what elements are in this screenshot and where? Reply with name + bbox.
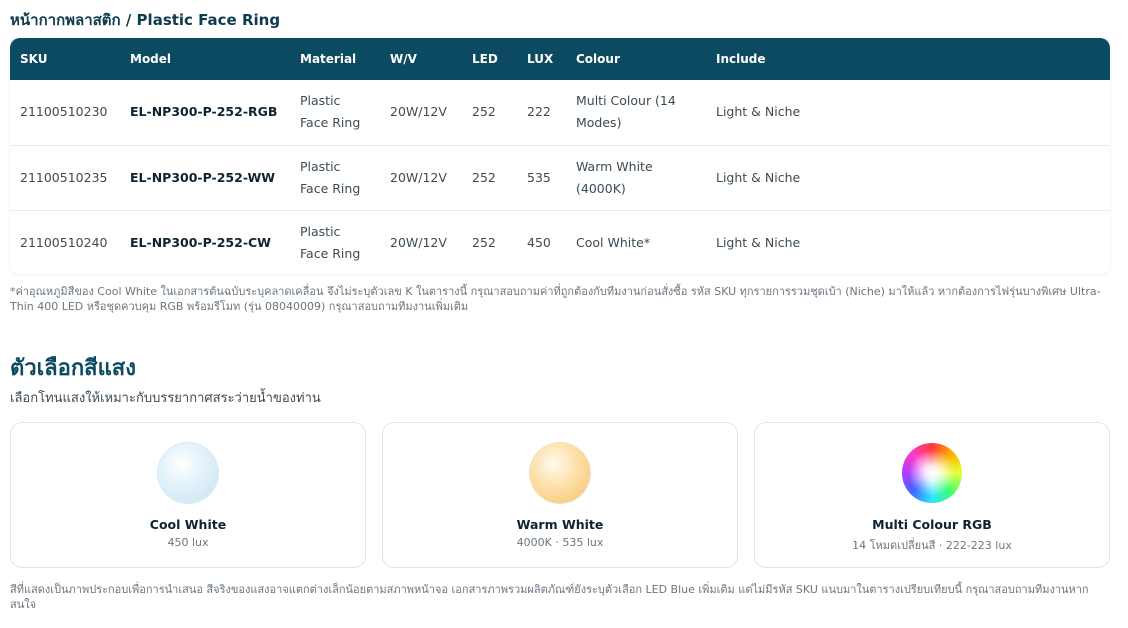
cell-led: 252	[472, 169, 496, 185]
colour-card-multi-colour: Multi Colour RGB 14 โหมดเปลี่ยนสี · 222-…	[754, 422, 1110, 568]
cool-white-swatch-icon	[158, 443, 218, 503]
cell-wv: 20W/12V	[390, 234, 447, 250]
table-footnote: *ค่าอุณหภูมิสีของ Cool White ในเอกสารต้น…	[10, 285, 1101, 313]
header-wv: W/V	[390, 52, 417, 66]
header-material: Material	[300, 52, 357, 66]
header-model: Model	[130, 52, 172, 66]
spec-table: SKU Model Material W/V LED LUX Colour In…	[10, 38, 1110, 274]
card-name: Multi Colour RGB	[872, 517, 992, 532]
cell-model: EL-NP300-P-252-RGB	[130, 104, 278, 120]
header-led: LED	[472, 52, 498, 66]
table-row: 21100510240 EL-NP300-P-252-CW Plastic Fa…	[10, 210, 1110, 274]
multi-colour-swatch-icon	[902, 443, 962, 503]
header-include: Include	[716, 52, 766, 66]
cell-led: 252	[472, 234, 496, 250]
cell-material: Plastic Face Ring	[300, 158, 361, 196]
cell-lux: 450	[527, 234, 551, 250]
cell-led: 252	[472, 104, 496, 120]
card-name: Cool White	[149, 517, 227, 532]
table-row: 21100510235 EL-NP300-P-252-WW Plastic Fa…	[10, 145, 1110, 210]
cell-include: Light & Niche	[716, 169, 801, 185]
cell-wv: 20W/12V	[390, 169, 447, 185]
cell-include: Light & Niche	[716, 104, 801, 120]
footer-note: สีที่แสดงเป็นภาพประกอบเพื่อการนำเสนอ สีจ…	[10, 583, 1089, 611]
cell-material: Plastic Face Ring	[300, 223, 361, 261]
section-title: หน้ากากพลาสติก / Plastic Face Ring	[10, 11, 281, 29]
cell-model: EL-NP300-P-252-WW	[130, 169, 276, 185]
colour-card-cool-white: Cool White 450 lux	[10, 422, 366, 568]
warm-white-swatch-icon	[530, 443, 590, 503]
cell-model: EL-NP300-P-252-CW	[130, 234, 271, 250]
card-meta: 14 โหมดเปลี่ยนสี · 222-223 lux	[852, 539, 1012, 552]
card-meta: 4000K · 535 lux	[516, 536, 604, 549]
cell-colour: Cool White*	[576, 234, 651, 250]
colour-cards: Cool White 450 lux Warm White 4000K · 53…	[10, 422, 1110, 568]
cell-lux: 222	[527, 104, 551, 120]
cell-sku: 21100510230	[20, 104, 108, 120]
table-row: 21100510230 EL-NP300-P-252-RGB Plastic F…	[10, 80, 1110, 145]
cell-colour: Warm White (4000K)	[576, 158, 653, 196]
card-meta: 450 lux	[167, 536, 209, 549]
header-sku: SKU	[20, 52, 48, 66]
card-name: Warm White	[516, 517, 604, 532]
header-lux: LUX	[527, 52, 554, 66]
colour-card-warm-white: Warm White 4000K · 535 lux	[382, 422, 738, 568]
cell-colour: Multi Colour (14 Modes)	[576, 93, 676, 131]
header-colour: Colour	[576, 52, 620, 66]
cell-sku: 21100510235	[20, 169, 108, 185]
cell-wv: 20W/12V	[390, 104, 447, 120]
cell-lux: 535	[527, 169, 551, 185]
colour-options-subheading: เลือกโทนแสงให้เหมาะกับบรรยากาศสระว่ายน้ำ…	[10, 391, 321, 406]
colour-options-heading: ตัวเลือกสีแสง	[10, 356, 136, 381]
cell-material: Plastic Face Ring	[300, 93, 361, 131]
cell-sku: 21100510240	[20, 234, 108, 250]
cell-include: Light & Niche	[716, 234, 801, 250]
table-header-row: SKU Model Material W/V LED LUX Colour In…	[10, 38, 1110, 80]
